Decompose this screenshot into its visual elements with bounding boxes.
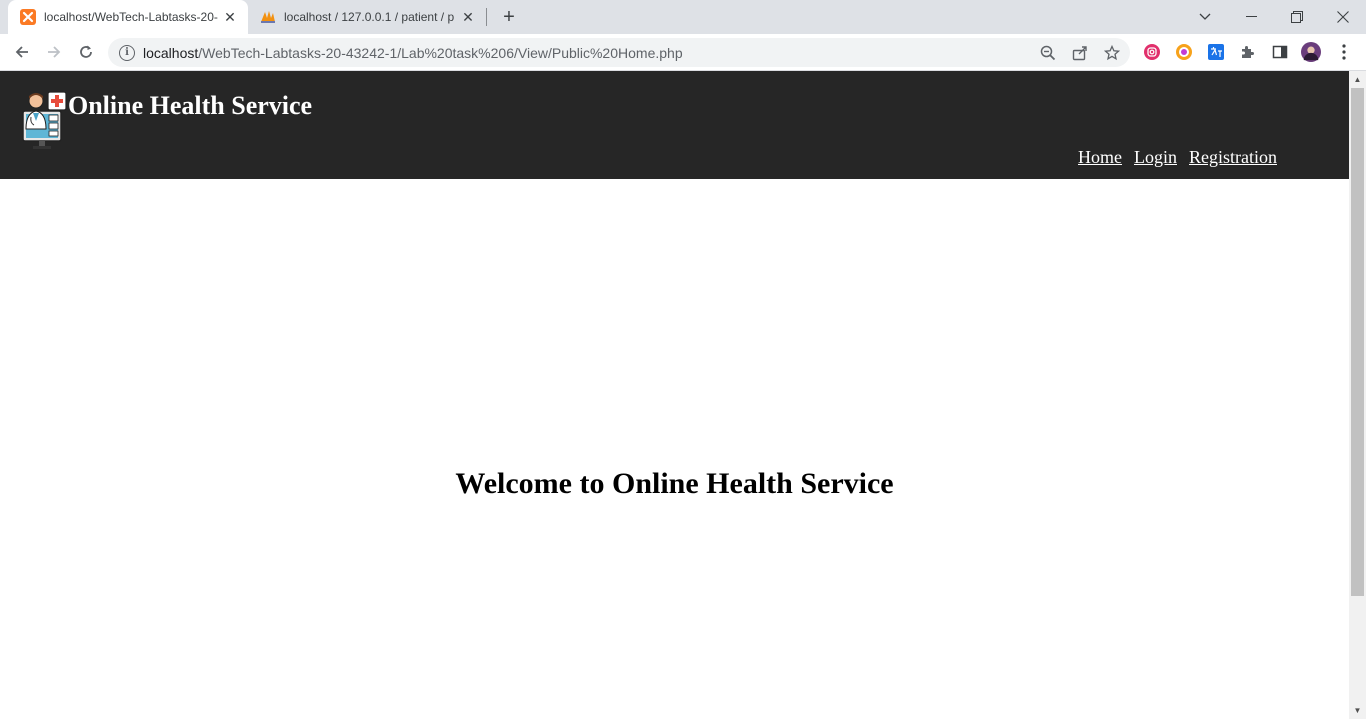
scroll-down-icon[interactable]: ▼ (1349, 702, 1366, 719)
url-text: localhost/WebTech-Labtasks-20-43242-1/La… (143, 44, 683, 61)
close-window-icon[interactable] (1320, 0, 1366, 34)
welcome-heading: Welcome to Online Health Service (455, 467, 894, 500)
web-page: Online Health Service Home Login Registr… (0, 71, 1349, 719)
page-scrollbar[interactable]: ▲ ▼ (1349, 71, 1366, 719)
reload-icon[interactable] (72, 38, 100, 66)
translate-extension-icon[interactable] (1206, 42, 1226, 62)
restore-icon[interactable] (1274, 0, 1320, 34)
nav-home-link[interactable]: Home (1078, 147, 1122, 168)
tab-strip: localhost/WebTech-Labtasks-20- ✕ localho… (0, 0, 1366, 34)
address-bar[interactable]: i localhost/WebTech-Labtasks-20-43242-1/… (108, 38, 1130, 67)
bookmark-star-icon[interactable] (1103, 44, 1121, 62)
site-info-icon[interactable]: i (119, 44, 135, 61)
site-title: Online Health Service (68, 91, 313, 120)
tab-title: localhost / 127.0.0.1 / patient / p (284, 10, 455, 24)
scrollbar-thumb[interactable] (1351, 88, 1364, 596)
orange-extension-icon[interactable] (1174, 42, 1194, 62)
browser-menu-icon[interactable] (1334, 42, 1354, 62)
forward-icon[interactable] (40, 38, 68, 66)
back-icon[interactable] (8, 38, 36, 66)
tab-title: localhost/WebTech-Labtasks-20- (44, 10, 218, 24)
tab-phpmyadmin[interactable]: localhost / 127.0.0.1 / patient / p ✕ (248, 0, 486, 34)
nav-registration-link[interactable]: Registration (1189, 147, 1277, 168)
tab-search-icon[interactable] (1182, 0, 1228, 34)
zoom-icon[interactable] (1039, 44, 1057, 62)
scroll-up-icon[interactable]: ▲ (1349, 71, 1366, 88)
side-panel-icon[interactable] (1270, 42, 1290, 62)
extensions-puzzle-icon[interactable] (1238, 42, 1258, 62)
close-tab-icon[interactable]: ✕ (222, 9, 238, 25)
tab-public-home[interactable]: localhost/WebTech-Labtasks-20- ✕ (8, 0, 248, 34)
instagram-extension-icon[interactable] (1142, 42, 1162, 62)
phpmyadmin-icon (260, 9, 276, 25)
new-tab-button[interactable]: + (499, 7, 519, 27)
nav-login-link[interactable]: Login (1134, 147, 1177, 168)
site-header: Online Health Service Home Login Registr… (0, 71, 1349, 179)
doctor-logo-icon (22, 89, 68, 151)
minimize-icon[interactable] (1228, 0, 1274, 34)
main-nav: Home Login Registration (1078, 147, 1277, 168)
tab-separator (486, 8, 487, 26)
browser-toolbar: i localhost/WebTech-Labtasks-20-43242-1/… (0, 34, 1366, 71)
profile-avatar-icon[interactable] (1301, 42, 1321, 62)
share-icon[interactable] (1071, 44, 1089, 62)
xampp-icon (20, 9, 36, 25)
close-tab-icon[interactable]: ✕ (460, 9, 476, 25)
